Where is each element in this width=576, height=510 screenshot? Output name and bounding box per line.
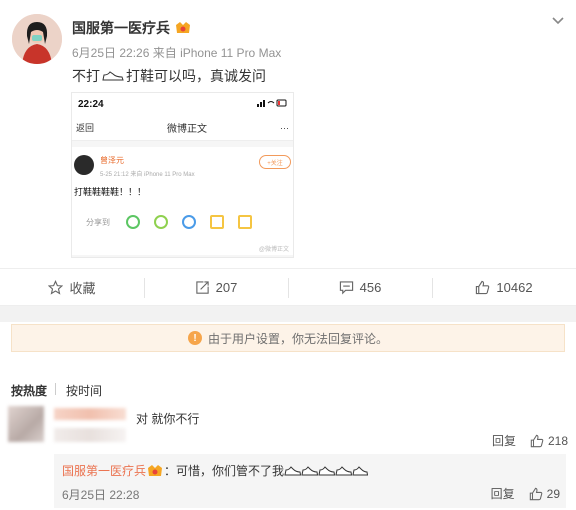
post-text: 不打 打鞋可以吗，真诚发问: [72, 66, 266, 86]
comment-reply: 国服第一医疗兵 ：可惜，你们管不了我 6月25日 22:28 回复 29: [54, 454, 566, 508]
thumbs-up-icon: [529, 487, 542, 500]
comment-reply-button[interactable]: 回复: [492, 432, 516, 449]
thumbs-up-icon: [530, 434, 544, 447]
tab-sort-hot[interactable]: 按热度: [11, 382, 55, 399]
image-follow: +关注: [259, 155, 291, 169]
reply-like-button[interactable]: 29: [529, 487, 560, 501]
image-card: 曾泽元 5-25 21:12 来自 iPhone 11 Pro Max +关注 …: [72, 147, 293, 255]
blurred-username: [54, 408, 126, 420]
chevron-down-icon[interactable]: [550, 12, 566, 28]
blurred-avatar: [8, 406, 44, 442]
reply-restriction-notice: ! 由于用户设置，你无法回复评论。: [11, 324, 565, 352]
post-date[interactable]: 6月25日 22:26: [72, 46, 149, 60]
image-nav: 返回 微博正文 ···: [72, 115, 293, 141]
comment-button[interactable]: 456: [288, 269, 432, 305]
post-meta: 6月25日 22:26 来自 iPhone 11 Pro Max: [72, 44, 281, 61]
post-text-after: 打鞋可以吗，真诚发问: [126, 68, 266, 84]
thumbs-up-icon: [476, 280, 490, 294]
image-status-icons: [257, 99, 287, 109]
star-outline-icon: [48, 279, 64, 295]
user-avatar[interactable]: [12, 14, 62, 64]
image-more: ···: [279, 122, 289, 133]
image-title: 微博正文: [167, 124, 207, 135]
image-share-row: 分享到: [72, 215, 293, 229]
repost-count: 207: [215, 279, 238, 295]
favorite-button[interactable]: 收藏: [0, 269, 144, 305]
moments-icon: [154, 215, 168, 229]
comment-icon: [339, 280, 353, 294]
reply-line: 国服第一医疗兵 ：可惜，你们管不了我: [62, 462, 369, 479]
shoe-emoji-icon: [102, 71, 124, 81]
shoe-emoji-icon: [284, 465, 369, 475]
image-time: 22:24: [78, 98, 104, 110]
wechat-icon: [126, 215, 140, 229]
username-text[interactable]: 国服第一医疗兵: [72, 18, 170, 38]
section-divider: [0, 306, 576, 322]
vip-badge-icon: [176, 22, 190, 33]
album-icon: [238, 215, 252, 229]
tab-sort-time[interactable]: 按时间: [66, 382, 110, 399]
image-text: 打鞋鞋鞋鞋！！！: [74, 187, 147, 197]
blurred-content: [54, 428, 126, 442]
sort-divider: [55, 383, 57, 395]
post-actions: 收藏 207 456 10462: [0, 268, 576, 306]
reply-actions: 回复 29: [491, 485, 560, 502]
notice-text: 由于用户设置，你无法回复评论。: [207, 331, 388, 346]
post-text-before: 不打: [72, 68, 100, 84]
image-avatar: [74, 155, 94, 175]
signal-battery-icon: [257, 99, 287, 107]
comment-count: 456: [359, 279, 382, 295]
reply-reply-button[interactable]: 回复: [491, 485, 515, 502]
repost-button[interactable]: 207: [144, 269, 288, 305]
post-source: 来自 iPhone 11 Pro Max: [152, 46, 282, 60]
image-meta: 5-25 21:12 来自 iPhone 11 Pro Max: [100, 172, 195, 178]
like-count: 10462: [496, 279, 533, 295]
comment-item: 对 就你不行 回复 218: [0, 404, 576, 456]
comment-text: 对 就你不行: [136, 412, 200, 426]
reply-text: ：可惜，你们管不了我: [164, 464, 285, 478]
vip-badge-icon: [148, 464, 163, 476]
reply-author[interactable]: 国服第一医疗兵: [62, 462, 146, 479]
image-share-label: 分享到: [86, 217, 110, 227]
reply-like-count: 29: [546, 486, 560, 501]
image-status-bar: 22:24: [72, 93, 293, 115]
comment-like-button[interactable]: 218: [530, 434, 568, 448]
favorite-label: 收藏: [69, 280, 96, 296]
reply-date: 6月25日 22:28: [62, 488, 140, 502]
post-username[interactable]: 国服第一医疗兵: [72, 18, 192, 38]
image-author: 曾泽元: [100, 156, 124, 165]
comment-like-count: 218: [547, 433, 568, 448]
warning-icon: !: [187, 331, 202, 345]
post-image[interactable]: 22:24 返回 微博正文 ··· 曾泽元 5-25 21:12 来自 iPho…: [71, 92, 294, 258]
like-button[interactable]: 10462: [432, 269, 576, 305]
image-footer: @微博正文: [258, 247, 289, 253]
weibo-post: 国服第一医疗兵 6月25日 22:26 来自 iPhone 11 Pro Max…: [0, 0, 576, 268]
image-back: 返回: [76, 123, 95, 133]
comment-sort-tabs: 按热度 按时间: [11, 382, 110, 399]
comment-actions: 回复 218: [492, 432, 568, 449]
repost-icon: [195, 280, 209, 294]
star-icon: [210, 215, 224, 229]
qq-icon: [182, 215, 196, 229]
